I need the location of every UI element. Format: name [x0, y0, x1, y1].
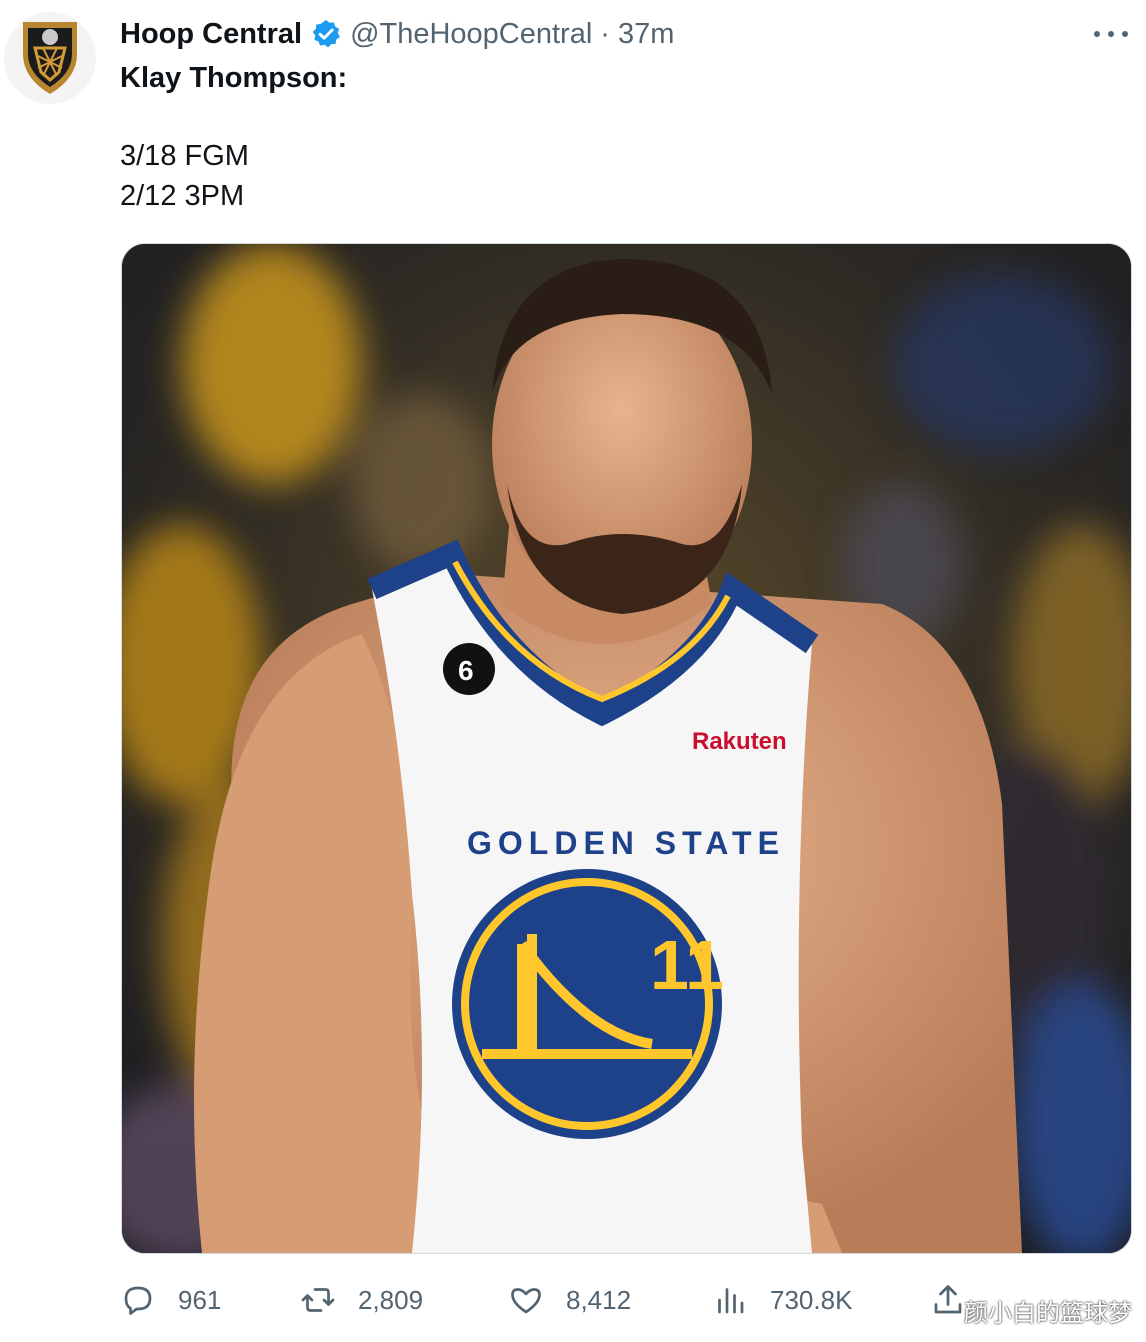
more-dot	[1122, 31, 1128, 37]
more-icon[interactable]	[1094, 20, 1128, 48]
avatar[interactable]	[4, 12, 96, 104]
jersey-sponsor: Rakuten	[692, 728, 787, 755]
tweet-headline: Klay Thompson:	[120, 62, 348, 94]
reply-button[interactable]: 961	[120, 1272, 221, 1328]
more-dot	[1108, 31, 1114, 37]
jersey-text: GOLDEN STATE	[467, 825, 785, 861]
verified-badge-icon	[312, 20, 340, 48]
account-name[interactable]: Hoop Central	[120, 18, 302, 51]
retweet-button[interactable]: 2,809	[300, 1272, 423, 1328]
retweet-icon	[301, 1288, 335, 1312]
separator: ·	[600, 17, 610, 50]
account-handle[interactable]: @TheHoopCentral	[350, 18, 592, 51]
retweet-count: 2,809	[358, 1284, 424, 1315]
tweet-line: 3/18 FGM	[120, 140, 249, 172]
share-button[interactable]	[930, 1272, 966, 1328]
views-icon	[718, 1288, 744, 1314]
player-photo: 11 Rakuten 6 GOLDEN STATE	[122, 244, 1131, 1253]
hoop-central-logo-icon	[23, 22, 77, 94]
tweet-text: Klay Thompson: 3/18 FGM 2/12 3PM	[120, 58, 347, 216]
reply-count: 961	[178, 1284, 222, 1315]
more-dot	[1094, 31, 1100, 37]
jersey-number: 11	[650, 926, 724, 1004]
tweet-photo[interactable]: 11 Rakuten 6 GOLDEN STATE	[121, 243, 1132, 1254]
tweet-timestamp[interactable]: 37m	[618, 18, 674, 51]
tweet[interactable]: Hoop Central @TheHoopCentral · 37m Klay …	[0, 0, 1146, 1342]
share-icon	[934, 1285, 962, 1314]
watermark: 颜小白的篮球梦	[964, 1300, 1132, 1327]
like-button[interactable]: 8,412	[508, 1272, 631, 1328]
tweet-line: 2/12 3PM	[120, 180, 245, 212]
views-button[interactable]: 730.8K	[712, 1272, 852, 1328]
views-count: 730.8K	[770, 1284, 853, 1315]
like-icon	[511, 1288, 541, 1314]
jersey-patch: 6	[458, 655, 474, 686]
like-count: 8,412	[566, 1284, 632, 1315]
reply-icon	[124, 1286, 152, 1315]
tweet-header: Hoop Central @TheHoopCentral · 37m	[120, 14, 674, 54]
